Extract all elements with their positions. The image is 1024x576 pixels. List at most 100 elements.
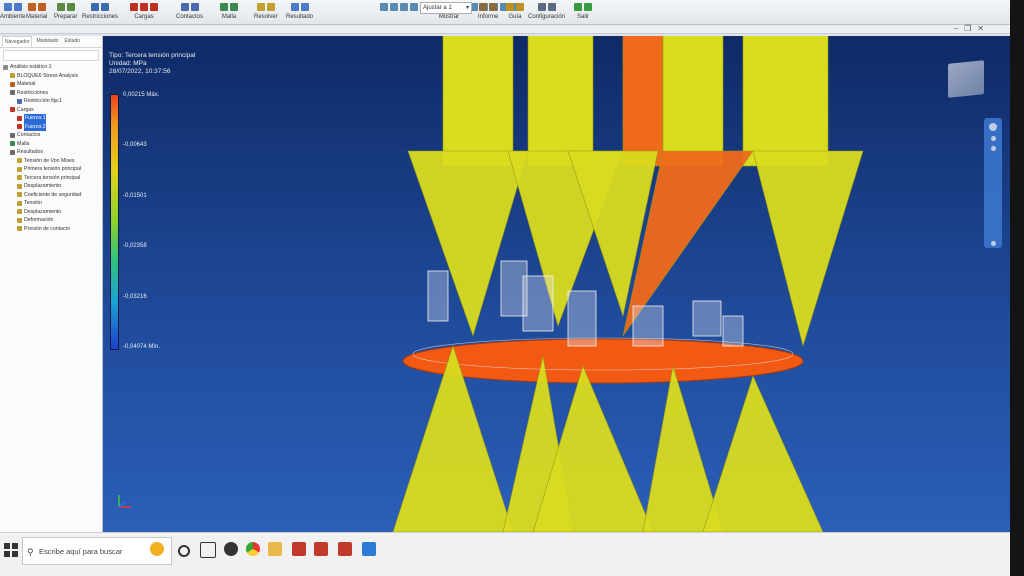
file-explorer-icon[interactable] xyxy=(268,542,282,556)
tree-node[interactable]: Tercera tensión principal xyxy=(0,174,102,183)
ribbon-tool-icon[interactable] xyxy=(180,3,189,11)
tab-estado[interactable]: Estado xyxy=(62,36,82,47)
ribbon-group-3[interactable]: Restricciones xyxy=(82,1,118,23)
tree-node-label: Coeficiente de seguridad xyxy=(24,191,82,198)
tree-node[interactable]: Cargas xyxy=(0,106,102,115)
tree-node-label: Tensión de Von Mises xyxy=(24,157,75,164)
task-switch-icon[interactable] xyxy=(200,542,216,558)
viewcube-icon[interactable] xyxy=(948,60,984,98)
tree-node[interactable]: Restricción fija:1 xyxy=(0,97,102,106)
ribbon-group-6[interactable]: Malla xyxy=(220,1,238,23)
task-view-icon[interactable] xyxy=(178,545,190,557)
ribbon-tool-icon[interactable] xyxy=(56,3,65,11)
ribbon-tool-icon[interactable] xyxy=(300,3,309,11)
tree-node-label: Resultados xyxy=(17,149,43,155)
tree-node[interactable]: Tensión xyxy=(0,199,102,208)
tree-node[interactable]: Deformación xyxy=(0,216,102,225)
app-icon-3[interactable] xyxy=(314,542,328,556)
ribbon-tool-icon[interactable] xyxy=(13,3,22,11)
tree-node[interactable]: Presión de contacto xyxy=(0,225,102,234)
tree-node[interactable]: Restricciones xyxy=(0,89,102,98)
ribbon-tool-icon[interactable] xyxy=(537,3,546,11)
app-icon-1[interactable] xyxy=(224,542,238,556)
ribbon-group-2[interactable]: Preparar xyxy=(54,1,77,23)
ribbon-tool-icon[interactable] xyxy=(410,3,418,11)
restore-icon[interactable]: ❐ xyxy=(964,24,977,33)
ribbon-tool-icon[interactable] xyxy=(516,3,524,11)
cortana-icon[interactable] xyxy=(150,542,164,556)
ribbon-tool-icon[interactable] xyxy=(290,3,299,11)
ribbon-tool-icon[interactable] xyxy=(390,3,398,11)
ribbon-tool-icon[interactable] xyxy=(150,3,158,11)
ribbon-tool-icon[interactable] xyxy=(489,3,498,11)
steering-wheel-icon[interactable] xyxy=(989,123,997,131)
tree-node[interactable]: Tensión de Von Mises xyxy=(0,157,102,166)
ribbon-tool-icon[interactable] xyxy=(91,3,99,11)
app-icon-4[interactable] xyxy=(338,542,352,556)
tab-modelado[interactable]: Modelado xyxy=(34,36,60,47)
zoom-icon[interactable] xyxy=(990,146,996,151)
tree-node[interactable]: Desplazamiento xyxy=(0,208,102,217)
ribbon-group-icons xyxy=(478,1,498,13)
ribbon-group-5[interactable]: Contactos xyxy=(176,1,203,23)
tree-node[interactable]: Fuerza:2 xyxy=(0,122,102,131)
tree-node[interactable]: Primera tensión principal xyxy=(0,165,102,174)
ribbon-group-4[interactable]: Cargas xyxy=(130,1,158,23)
chrome-icon[interactable] xyxy=(246,542,260,556)
pan-icon[interactable] xyxy=(990,136,996,141)
ribbon-tool-icon[interactable] xyxy=(230,3,238,11)
ribbon-tool-icon[interactable] xyxy=(101,3,109,11)
ribbon-group-icons xyxy=(54,1,77,13)
ribbon-tool-icon[interactable] xyxy=(506,3,514,11)
ribbon-tool-icon[interactable] xyxy=(27,3,36,11)
ribbon-group-13[interactable]: Salir xyxy=(574,1,592,23)
ribbon-group-8[interactable]: Resultado xyxy=(286,1,313,23)
fit-select[interactable]: Ajustar a 1 ▾ xyxy=(420,2,472,14)
tree-node[interactable]: Coeficiente de seguridad xyxy=(0,191,102,200)
ribbon-tool-icon[interactable] xyxy=(66,3,75,11)
window-controls[interactable]: –❐✕ xyxy=(954,24,990,33)
tree-node[interactable]: Contactos xyxy=(0,131,102,140)
tree-node[interactable]: Material xyxy=(0,80,102,89)
tree-node[interactable]: Malla xyxy=(0,140,102,149)
browser-search-input[interactable] xyxy=(3,50,99,61)
ribbon-group-0[interactable]: Ambiente xyxy=(0,1,25,23)
app-icon-5[interactable] xyxy=(362,542,376,556)
ribbon-tool-icon[interactable] xyxy=(547,3,556,11)
app-icon-2[interactable] xyxy=(292,542,306,556)
ribbon-tool-icon[interactable] xyxy=(256,3,265,11)
ribbon-tool-icon[interactable] xyxy=(380,3,388,11)
ribbon-group-7[interactable]: Resolver xyxy=(254,1,278,23)
tree-node[interactable]: Desplazamiento xyxy=(0,182,102,191)
tree-node[interactable]: Análisis estático:1 xyxy=(0,63,102,72)
ribbon-group-12[interactable]: Configuración xyxy=(528,1,565,23)
orbit-icon[interactable] xyxy=(990,241,996,246)
ribbon-tool-icon[interactable] xyxy=(220,3,228,11)
ribbon-group-11[interactable]: Guía xyxy=(506,1,524,23)
ribbon-tool-icon[interactable] xyxy=(140,3,148,11)
ribbon-tool-icon[interactable] xyxy=(130,3,138,11)
tree-node[interactable]: BLOQUE6 Stress Analysis xyxy=(0,72,102,81)
load-arrow-shaft xyxy=(742,36,829,167)
ribbon-group-icons xyxy=(176,1,203,13)
ribbon-tool-icon[interactable] xyxy=(266,3,275,11)
ribbon-group-label: Informe xyxy=(478,14,499,20)
ribbon-tool-icon[interactable] xyxy=(400,3,408,11)
ribbon-tool-icon[interactable] xyxy=(584,3,592,11)
ribbon-tool-icon[interactable] xyxy=(479,3,488,11)
windows-start-icon[interactable] xyxy=(4,543,18,557)
tab-navegador[interactable]: Navegador xyxy=(2,36,33,47)
close-icon[interactable]: ✕ xyxy=(977,24,990,33)
navigation-bar[interactable] xyxy=(984,118,1002,248)
ribbon-group-1[interactable]: Material xyxy=(26,1,47,23)
ribbon-tool-icon[interactable] xyxy=(574,3,582,11)
minimize-icon[interactable]: – xyxy=(954,24,964,33)
tree-node-icon xyxy=(17,124,22,130)
ribbon-group-10[interactable]: Informe xyxy=(478,1,498,23)
ribbon-tool-icon[interactable] xyxy=(190,3,199,11)
3d-viewport[interactable]: Tipo: Tercera tensión principal Unidad: … xyxy=(103,36,1010,532)
ribbon-tool-icon[interactable] xyxy=(37,3,46,11)
tree-node[interactable]: Resultados xyxy=(0,148,102,157)
ribbon-tool-icon[interactable] xyxy=(3,3,12,11)
tree-node[interactable]: Fuerza:1 xyxy=(0,114,102,123)
